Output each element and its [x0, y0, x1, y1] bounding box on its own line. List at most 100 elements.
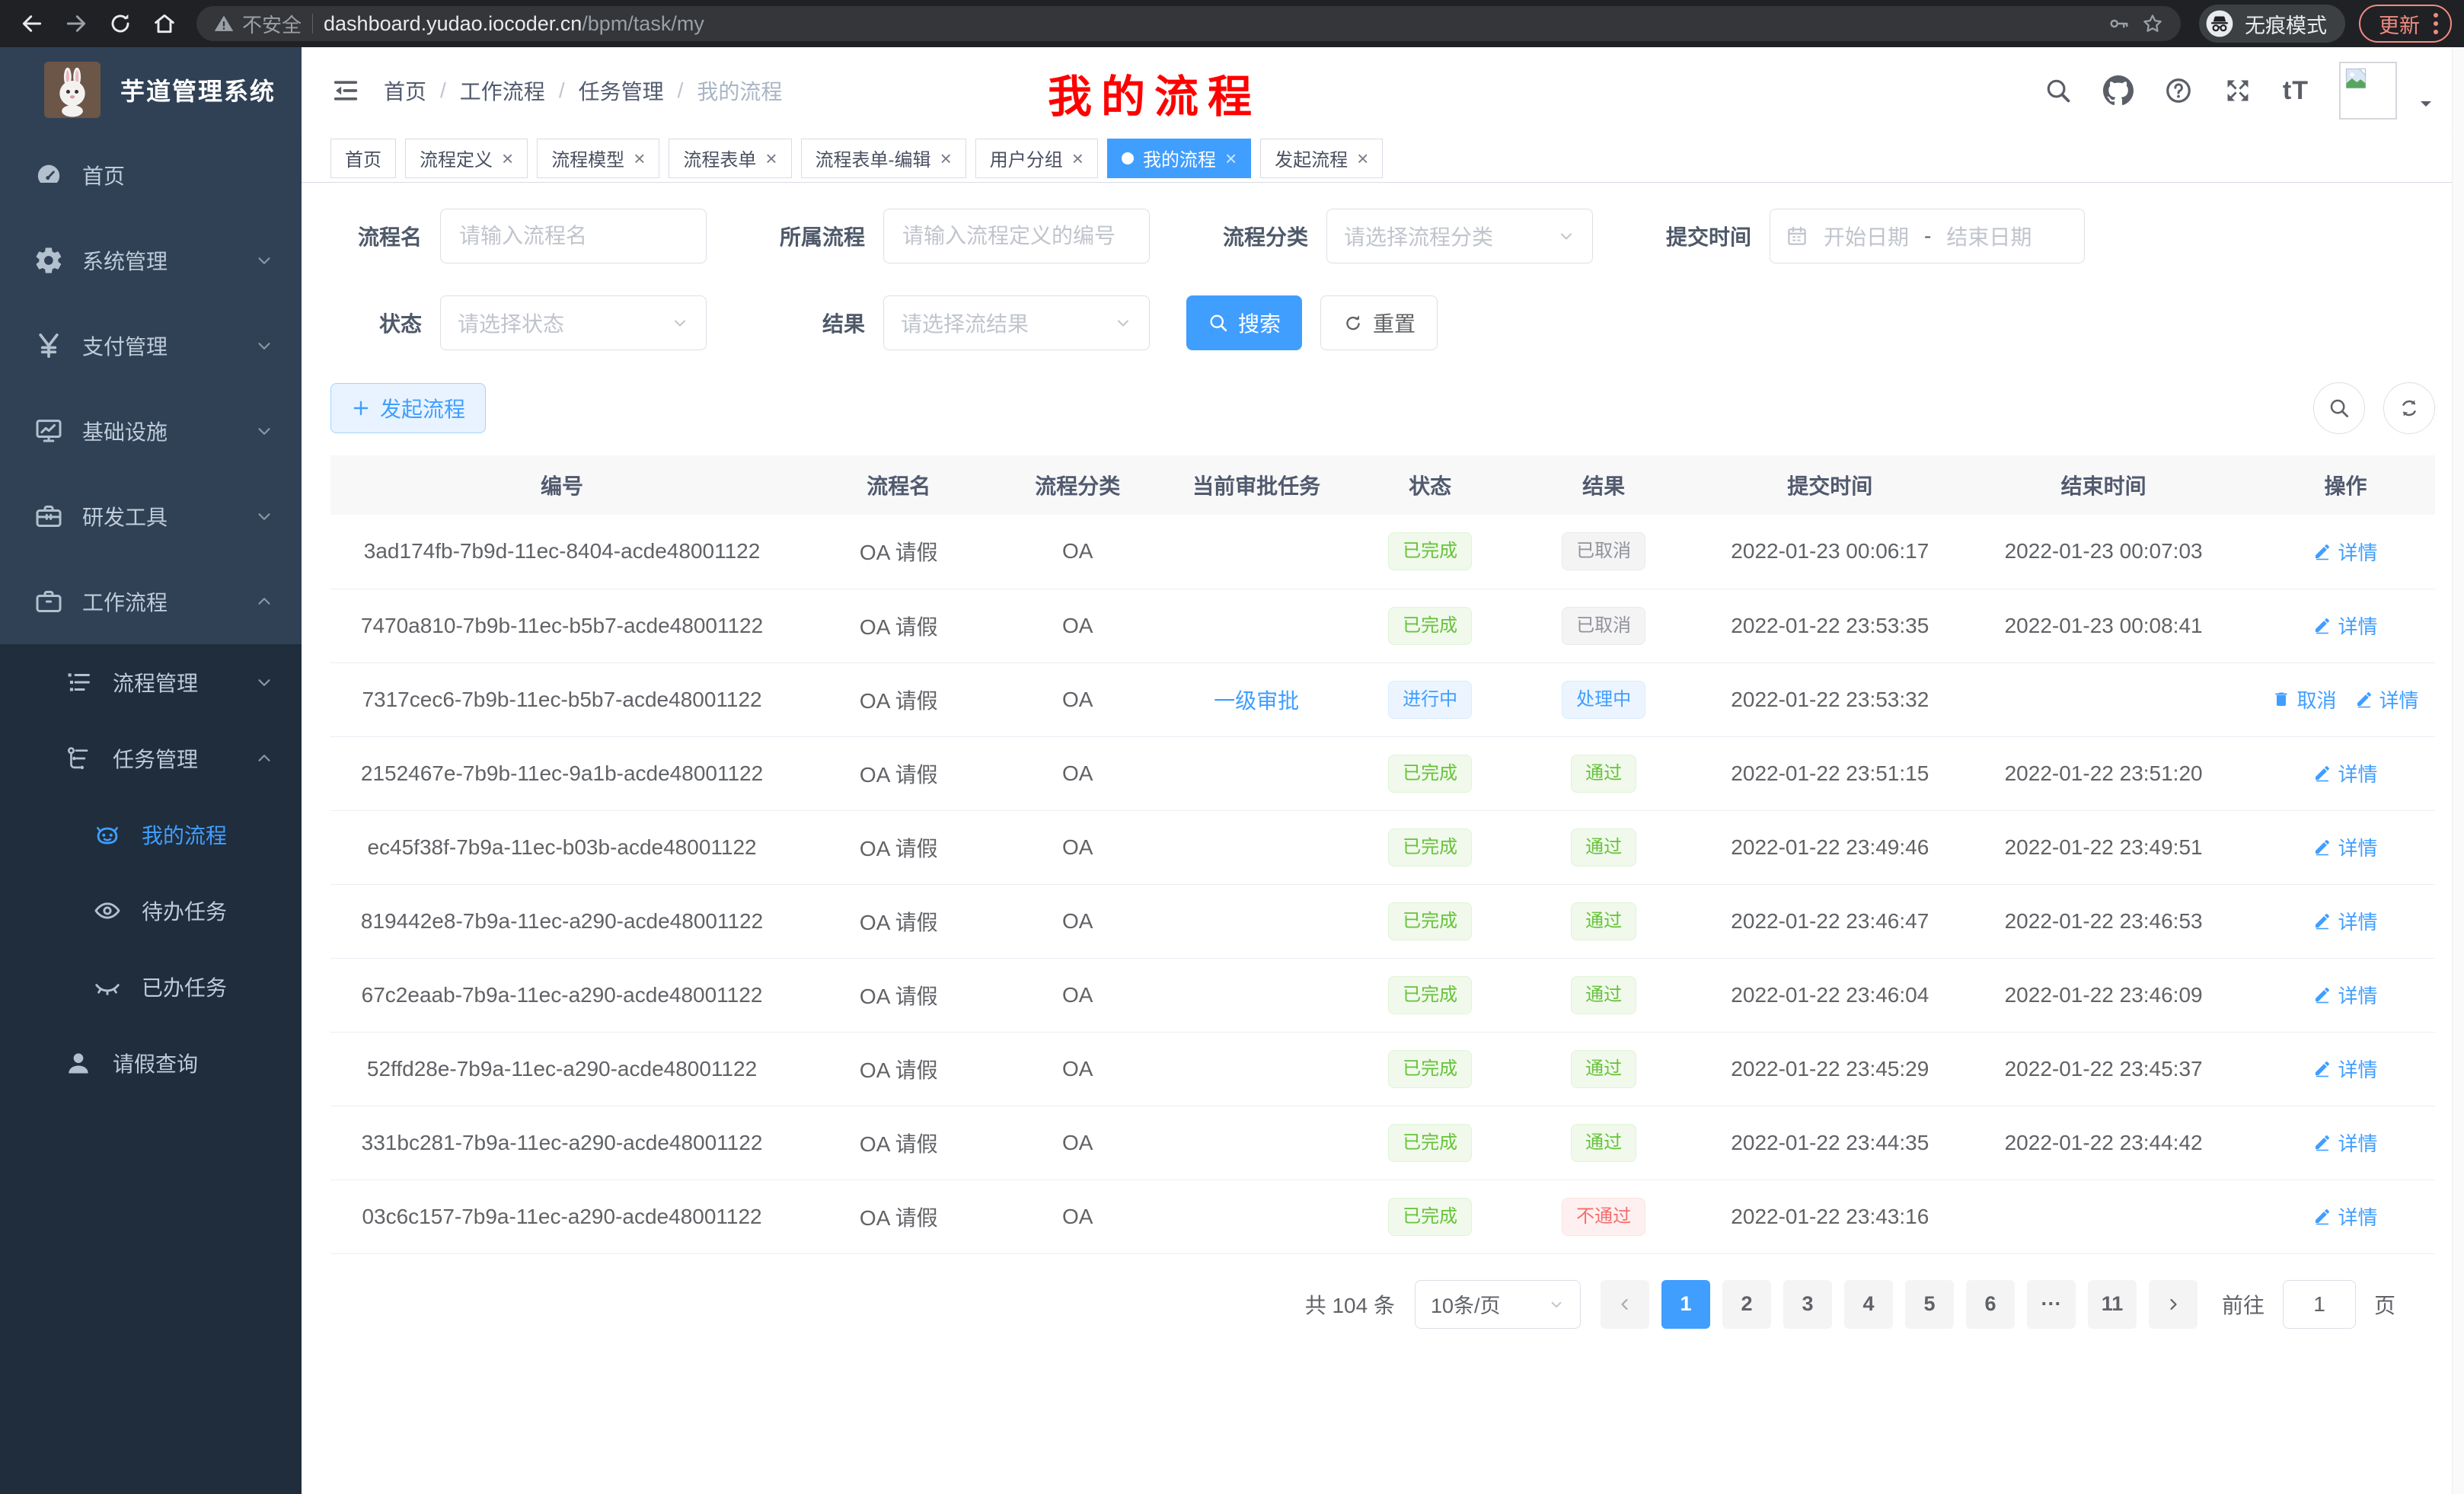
chevron-up-icon: [254, 592, 274, 611]
page-button-5[interactable]: 5: [1905, 1280, 1954, 1329]
status-badge: 已完成: [1388, 755, 1472, 793]
browser-back-button[interactable]: [12, 4, 52, 43]
submit-time-range-picker[interactable]: 开始日期 - 结束日期: [1770, 209, 2085, 263]
sidebar-item-todo-tasks[interactable]: 待办任务: [0, 873, 302, 949]
table-row: ec45f38f-7b9a-11ec-b03b-acde48001122OA 请…: [330, 810, 2435, 884]
detail-link[interactable]: 详情: [2313, 538, 2377, 566]
detail-link[interactable]: 详情: [2313, 611, 2377, 640]
browser-reload-button[interactable]: [101, 4, 140, 43]
address-bar[interactable]: 不安全 dashboard.yudao.iocoder.cn/bpm/task/…: [196, 6, 2181, 41]
page-button-1[interactable]: 1: [1661, 1280, 1710, 1329]
tab-5[interactable]: 用户分组×: [975, 139, 1098, 178]
page-scrollbar[interactable]: [2452, 47, 2464, 1494]
page-button-6[interactable]: 6: [1966, 1280, 2015, 1329]
sidebar-item-devtools[interactable]: 研发工具: [0, 474, 302, 559]
tab-close-icon[interactable]: ×: [765, 148, 777, 168]
cancel-link[interactable]: 取消: [2272, 685, 2336, 713]
cell-end-time: 2022-01-22 23:51:20: [1951, 736, 2256, 810]
search-button[interactable]: 搜索: [1186, 295, 1302, 350]
detail-link[interactable]: 详情: [2313, 907, 2377, 935]
sidebar-item-done-tasks[interactable]: 已办任务: [0, 949, 302, 1025]
result-badge: 通过: [1571, 1124, 1636, 1162]
process-definition-input[interactable]: [883, 209, 1150, 263]
tab-4[interactable]: 流程表单-编辑×: [801, 139, 966, 178]
browser-home-button[interactable]: [145, 4, 184, 43]
warning-icon: [213, 13, 235, 34]
password-key-icon[interactable]: [2108, 12, 2130, 35]
tab-6[interactable]: 我的流程×: [1107, 139, 1251, 178]
avatar-caret-icon[interactable]: [2417, 94, 2435, 113]
sidebar-item-payment[interactable]: 支付管理: [0, 303, 302, 388]
tab-close-icon[interactable]: ×: [940, 148, 952, 168]
detail-link[interactable]: 详情: [2313, 833, 2377, 861]
tab-2[interactable]: 流程模型×: [537, 139, 659, 178]
category-select[interactable]: 请选择流程分类: [1326, 209, 1593, 263]
sidebar-item-infrastructure[interactable]: 基础设施: [0, 388, 302, 474]
tab-7[interactable]: 发起流程×: [1260, 139, 1383, 178]
detail-link[interactable]: 详情: [2313, 1202, 2377, 1231]
header-search-icon[interactable]: [2044, 76, 2073, 105]
detail-link[interactable]: 详情: [2313, 1055, 2377, 1083]
detail-link[interactable]: 详情: [2355, 685, 2419, 713]
create-process-button[interactable]: 发起流程: [330, 383, 486, 433]
font-size-icon[interactable]: tT: [2283, 76, 2309, 106]
status-select[interactable]: 请选择状态: [440, 295, 707, 350]
prev-page-button[interactable]: [1601, 1280, 1649, 1329]
breadcrumb-item[interactable]: 任务管理: [579, 75, 664, 106]
page-size-select[interactable]: 10条/页: [1415, 1280, 1581, 1329]
avatar[interactable]: [2339, 62, 2397, 120]
tab-close-icon[interactable]: ×: [1357, 148, 1368, 168]
browser-update-button[interactable]: 更新: [2359, 5, 2452, 43]
detail-link[interactable]: 详情: [2313, 1128, 2377, 1157]
tab-close-icon[interactable]: ×: [1225, 148, 1237, 168]
help-icon[interactable]: [2164, 76, 2193, 105]
sidebar-item-workflow[interactable]: 工作流程: [0, 559, 302, 644]
reset-button[interactable]: 重置: [1320, 295, 1438, 350]
tab-close-icon[interactable]: ×: [634, 148, 645, 168]
detail-link[interactable]: 详情: [2313, 981, 2377, 1009]
page-button-4[interactable]: 4: [1844, 1280, 1893, 1329]
sidebar-item-system[interactable]: 系统管理: [0, 218, 302, 303]
edit-icon: [2355, 690, 2373, 708]
current-task-link[interactable]: 一级审批: [1214, 689, 1299, 713]
page-button-2[interactable]: 2: [1722, 1280, 1771, 1329]
update-label: 更新: [2379, 9, 2420, 39]
github-icon[interactable]: [2103, 75, 2134, 106]
sidebar-item-task-management[interactable]: 任务管理: [0, 720, 302, 796]
tab-close-icon[interactable]: ×: [502, 148, 513, 168]
sidebar-item-my-processes[interactable]: 我的流程: [0, 796, 302, 873]
fullscreen-icon[interactable]: [2223, 76, 2252, 105]
start-date-placeholder: 开始日期: [1824, 221, 1909, 251]
cell-submit-time: 2022-01-22 23:46:04: [1709, 958, 1951, 1032]
result-select[interactable]: 请选择流结果: [883, 295, 1150, 350]
tab-1[interactable]: 流程定义×: [405, 139, 528, 178]
next-page-button[interactable]: [2149, 1280, 2197, 1329]
bookmark-star-icon[interactable]: [2141, 12, 2164, 35]
cell-status: 进行中: [1361, 662, 1499, 736]
page-ellipsis[interactable]: ···: [2027, 1280, 2076, 1329]
breadcrumb-item[interactable]: 工作流程: [460, 75, 545, 106]
browser-menu-icon[interactable]: [2434, 13, 2438, 34]
table-search-toggle-button[interactable]: [2313, 382, 2365, 434]
edit-icon: [2313, 1207, 2332, 1225]
tab-3[interactable]: 流程表单×: [669, 139, 791, 178]
tab-close-icon[interactable]: ×: [1072, 148, 1084, 168]
page-button-3[interactable]: 3: [1783, 1280, 1832, 1329]
sidebar-item-home[interactable]: 首页: [0, 132, 302, 218]
sidebar-collapse-icon[interactable]: [330, 75, 361, 106]
tab-0[interactable]: 首页: [330, 139, 396, 178]
page-content: 流程名 所属流程 流程分类 请选择流程分类 提交时间 开始日期 - 结束日期: [302, 183, 2464, 1494]
breadcrumb-item[interactable]: 首页: [384, 75, 426, 106]
table-refresh-button[interactable]: [2383, 382, 2435, 434]
goto-page-input[interactable]: [2283, 1280, 2356, 1329]
detail-link[interactable]: 详情: [2313, 759, 2377, 787]
browser-forward-button[interactable]: [56, 4, 96, 43]
security-indicator[interactable]: 不安全: [213, 10, 302, 38]
cell-end-time: 2022-01-22 23:45:37: [1951, 1032, 2256, 1106]
tabs-bar: 首页流程定义×流程模型× 流程表单× 流程表单-编辑×用户分组×我的流程×发起流程×: [302, 134, 2464, 183]
sidebar-item-process-management[interactable]: 流程管理: [0, 644, 302, 720]
sidebar-item-leave-query[interactable]: 请假查询: [0, 1025, 302, 1101]
process-name-input[interactable]: [440, 209, 707, 263]
page-button-11[interactable]: 11: [2088, 1280, 2137, 1329]
page-list: 123456···11: [1661, 1280, 2137, 1329]
